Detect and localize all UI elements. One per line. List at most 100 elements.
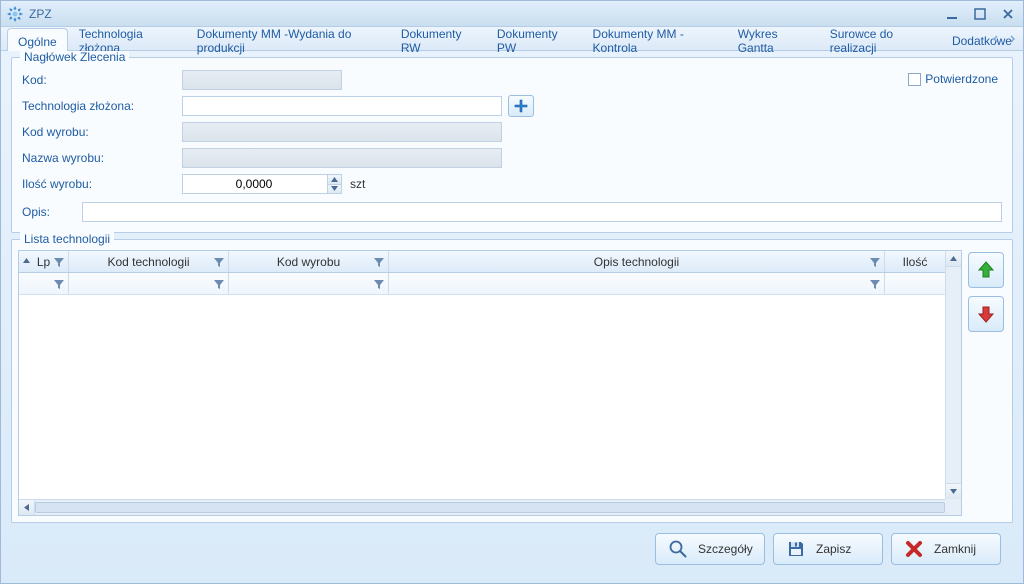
- filter-icon[interactable]: [214, 257, 224, 267]
- ilosc-spinner: [182, 174, 342, 194]
- column-label: Ilość: [903, 255, 928, 269]
- tab-technologia-zlozona[interactable]: Technologia złożona: [68, 27, 186, 50]
- kod-input[interactable]: [182, 70, 342, 90]
- spinner-up-button[interactable]: [327, 175, 341, 185]
- filter-icon: [54, 279, 64, 289]
- tab-label: Dokumenty MM -Wydania do produkcji: [197, 27, 379, 55]
- column-label: Lp: [37, 255, 50, 269]
- column-label: Opis technologii: [594, 255, 679, 269]
- header-legend: Nagłówek Zlecenia: [20, 51, 129, 64]
- filter-icon: [870, 279, 880, 289]
- tab-label: Surowce do realizacji: [830, 27, 930, 55]
- column-header-lp[interactable]: Lp: [19, 251, 69, 272]
- title-bar: ZPZ: [1, 1, 1023, 27]
- grid-body: [19, 295, 961, 515]
- filter-cell-kw[interactable]: [229, 273, 389, 294]
- window-buttons: [943, 7, 1017, 21]
- move-down-button[interactable]: [968, 296, 1004, 332]
- scrollbar-corner: [945, 499, 961, 515]
- tab-dokumenty-mm-wydania[interactable]: Dokumenty MM -Wydania do produkcji: [186, 27, 390, 50]
- ilosc-wyrobu-label: Ilość wyrobu:: [22, 177, 182, 191]
- column-header-ilosc[interactable]: Ilość: [885, 251, 945, 272]
- tab-scroll-right[interactable]: [1005, 32, 1019, 46]
- vertical-scrollbar[interactable]: [945, 251, 961, 499]
- opis-label: Opis:: [22, 205, 82, 219]
- filter-icon: [214, 279, 224, 289]
- column-header-kod-wyrobu[interactable]: Kod wyrobu: [229, 251, 389, 272]
- grid-filter-row: [19, 273, 945, 295]
- tab-label: Dokumenty RW: [401, 27, 475, 55]
- ilosc-unit-label: szt: [350, 177, 365, 191]
- filter-icon[interactable]: [54, 257, 64, 267]
- close-button[interactable]: [999, 7, 1017, 21]
- tab-scroll-left[interactable]: [989, 32, 1003, 46]
- app-window: ZPZ Ogólne Technologia złożona Dokumenty…: [0, 0, 1024, 584]
- filter-cell-ot[interactable]: [389, 273, 885, 294]
- scroll-left-button[interactable]: [19, 500, 35, 515]
- kod-label: Kod:: [22, 73, 182, 87]
- filter-icon[interactable]: [870, 257, 880, 267]
- ilosc-input[interactable]: [182, 174, 342, 194]
- opis-input[interactable]: [82, 202, 1002, 222]
- reorder-buttons: [968, 250, 1006, 516]
- content-area: Nagłówek Zlecenia Potwierdzone Kod: Tech…: [1, 51, 1023, 583]
- details-button[interactable]: Szczegóły: [655, 533, 765, 565]
- nazwa-wyrobu-label: Nazwa wyrobu:: [22, 151, 182, 165]
- close-form-button[interactable]: Zamknij: [891, 533, 1001, 565]
- move-up-button[interactable]: [968, 252, 1004, 288]
- column-header-kod-technologii[interactable]: Kod technologii: [69, 251, 229, 272]
- tab-label: Dokumenty MM - Kontrola: [593, 27, 716, 55]
- close-x-icon: [904, 539, 924, 559]
- tab-label: Ogólne: [18, 35, 57, 49]
- tab-surowce[interactable]: Surowce do realizacji: [819, 27, 941, 50]
- grid-header-row: Lp Kod technologii Kod wyrobu: [19, 251, 945, 273]
- header-groupbox: Nagłówek Zlecenia Potwierdzone Kod: Tech…: [11, 57, 1013, 233]
- kod-wyrobu-label: Kod wyrobu:: [22, 125, 182, 139]
- scrollbar-track[interactable]: [35, 500, 945, 515]
- tab-dokumenty-mm-kontrola[interactable]: Dokumenty MM - Kontrola: [582, 27, 727, 50]
- tab-wykres-gantta[interactable]: Wykres Gantta: [727, 27, 819, 50]
- spinner-down-button[interactable]: [327, 185, 341, 194]
- filter-cell-lp[interactable]: [19, 273, 69, 294]
- tab-dokumenty-pw[interactable]: Dokumenty PW: [486, 27, 582, 50]
- tab-scroll-buttons: [989, 27, 1023, 50]
- scroll-up-button[interactable]: [946, 251, 961, 267]
- floppy-icon: [786, 539, 806, 559]
- confirmed-label: Potwierdzone: [925, 72, 998, 86]
- techz-label: Technologia złożona:: [22, 99, 182, 113]
- footer-buttons: Szczegóły Zapisz Zamknij: [11, 529, 1013, 575]
- list-legend: Lista technologii: [20, 232, 114, 246]
- column-header-opis-technologii[interactable]: Opis technologii: [389, 251, 885, 272]
- kod-wyrobu-input[interactable]: [182, 122, 502, 142]
- button-label: Zamknij: [934, 542, 976, 556]
- technologia-zlozona-input[interactable]: [182, 96, 502, 116]
- add-technology-button[interactable]: [508, 95, 534, 117]
- tab-dokumenty-rw[interactable]: Dokumenty RW: [390, 27, 486, 50]
- confirmed-field: Potwierdzone: [908, 72, 998, 86]
- horizontal-scrollbar[interactable]: [19, 499, 961, 515]
- sort-ascending-icon: [23, 252, 30, 266]
- column-label: Kod wyrobu: [277, 255, 340, 269]
- button-label: Szczegóły: [698, 542, 753, 556]
- magnifier-icon: [668, 539, 688, 559]
- filter-cell-il[interactable]: [885, 273, 945, 294]
- save-button[interactable]: Zapisz: [773, 533, 883, 565]
- button-label: Zapisz: [816, 542, 851, 556]
- tab-label: Wykres Gantta: [738, 27, 808, 55]
- tab-ogolne[interactable]: Ogólne: [7, 28, 68, 51]
- maximize-button[interactable]: [971, 7, 989, 21]
- scrollbar-handle[interactable]: [35, 502, 945, 513]
- window-title: ZPZ: [29, 7, 943, 21]
- minimize-button[interactable]: [943, 7, 961, 21]
- app-icon: [7, 6, 23, 22]
- filter-icon[interactable]: [374, 257, 384, 267]
- nazwa-wyrobu-input[interactable]: [182, 148, 502, 168]
- scroll-down-button[interactable]: [946, 483, 961, 499]
- tab-label: Dokumenty PW: [497, 27, 571, 55]
- technology-grid: Lp Kod technologii Kod wyrobu: [18, 250, 962, 516]
- column-label: Kod technologii: [107, 255, 189, 269]
- filter-icon: [374, 279, 384, 289]
- tab-bar: Ogólne Technologia złożona Dokumenty MM …: [1, 27, 1023, 51]
- filter-cell-kt[interactable]: [69, 273, 229, 294]
- confirmed-checkbox[interactable]: [908, 73, 921, 86]
